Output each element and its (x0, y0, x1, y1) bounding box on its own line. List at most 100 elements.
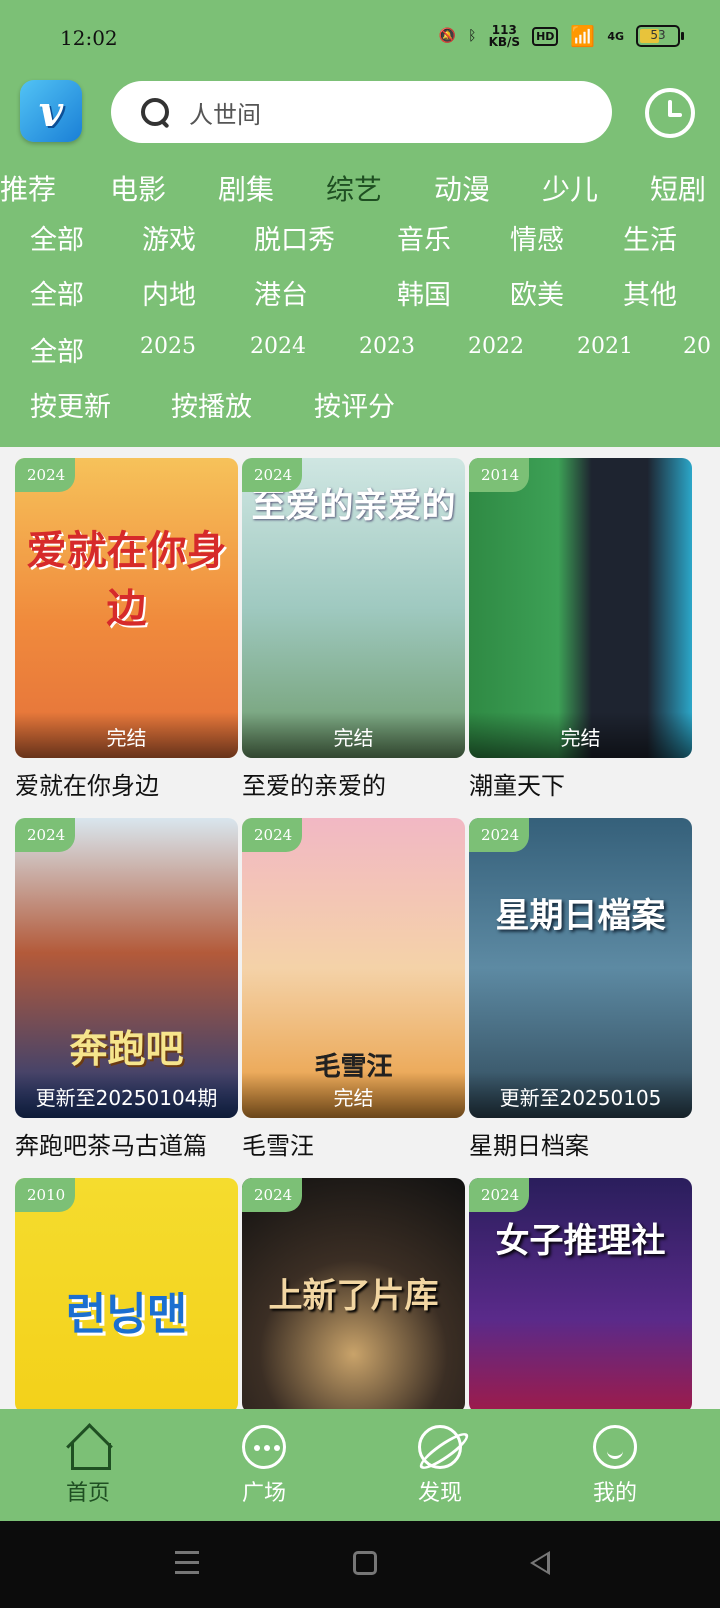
tab-category-3[interactable]: 综艺 (326, 168, 382, 208)
search-bar[interactable]: 人世间 (111, 81, 612, 143)
filter-genre-5[interactable]: 生活 (623, 218, 677, 257)
episode-status: 完结 (15, 712, 238, 758)
status-time: 12:02 (60, 26, 118, 50)
episode-status: 更新至20250105 (469, 1072, 692, 1118)
sort-option-0[interactable]: 按更新 (30, 385, 111, 424)
app-logo[interactable]: v (20, 80, 82, 142)
back-triangle-icon[interactable] (530, 1551, 550, 1575)
battery-icon: 53 (636, 25, 684, 47)
filter-region-4[interactable]: 欧美 (510, 273, 564, 312)
nav-item-2[interactable]: 发现 (390, 1425, 490, 1507)
net-speed-unit: KB/S (488, 35, 521, 49)
show-poster[interactable]: 女子推理社 2024 (469, 1178, 692, 1413)
show-poster[interactable]: 런닝맨 2010 (15, 1178, 238, 1413)
tab-category-5[interactable]: 少儿 (542, 168, 598, 208)
tab-category-6[interactable]: 短剧 (650, 168, 706, 208)
show-title[interactable]: 爱就在你身边 (15, 766, 238, 801)
search-input[interactable]: 人世间 (189, 95, 261, 130)
poster-art-title: 爱就在你身边 (26, 528, 227, 632)
history-clock-icon[interactable] (645, 88, 695, 138)
nav-label: 首页 (65, 1481, 110, 1506)
filter-region-5[interactable]: 其他 (623, 273, 677, 312)
recent-apps-icon[interactable] (175, 1551, 199, 1575)
show-card[interactable]: 爱就在你身边 2024 完结 爱就在你身边 (15, 458, 238, 801)
sort-option-2[interactable]: 按评分 (314, 385, 395, 424)
sort-option-1[interactable]: 按播放 (171, 385, 252, 424)
show-title[interactable]: 潮童天下 (469, 766, 692, 801)
tab-category-2[interactable]: 剧集 (218, 168, 274, 208)
episode-status: 更新至20250104期 (15, 1072, 238, 1118)
episode-status: 完结 (242, 712, 465, 758)
net-speed: 113 KB/S (489, 24, 520, 48)
show-title[interactable]: 至爱的亲爱的 (242, 766, 465, 801)
filter-year-0[interactable]: 全部 (30, 330, 84, 369)
filter-year-4[interactable]: 2022 (468, 334, 524, 359)
show-poster[interactable]: 毛雪汪 2024 完结 (242, 818, 465, 1118)
show-card[interactable]: 上新了片库 2024 (242, 1178, 465, 1413)
status-icons: 🔕 ᛒ 113 KB/S HD 📶 4G 53 (438, 24, 684, 48)
filter-genre-1[interactable]: 游戏 (142, 218, 196, 257)
nav-item-1[interactable]: 广场 (214, 1425, 314, 1507)
region-filter-row: 全部 内地 港台 韩国 欧美 其他 (0, 273, 720, 317)
logo-letter: v (38, 86, 64, 136)
year-badge: 2024 (15, 818, 76, 852)
poster-art-title: 런닝맨 (65, 1289, 188, 1340)
poster-art-title: 女子推理社 (495, 1221, 666, 1261)
filter-year-5[interactable]: 2021 (577, 334, 633, 359)
show-title[interactable]: 星期日档案 (469, 1126, 692, 1161)
show-title[interactable]: 奔跑吧茶马古道篇 (15, 1126, 238, 1161)
mute-icon: 🔕 (438, 28, 457, 44)
filter-year-2[interactable]: 2024 (250, 334, 306, 359)
system-nav-bar (0, 1521, 720, 1608)
filter-genre-0[interactable]: 全部 (30, 218, 84, 257)
nav-item-0[interactable]: 首页 (38, 1425, 138, 1507)
poster-art-title: 上新了片库 (268, 1276, 439, 1316)
filter-region-2[interactable]: 港台 (254, 273, 308, 312)
tab-category-4[interactable]: 动漫 (434, 168, 490, 208)
main-category-tabs: 推荐 电影 剧集 综艺 动漫 少儿 短剧 (0, 168, 720, 212)
show-poster[interactable]: 奔跑吧 2024 更新至20250104期 (15, 818, 238, 1118)
battery-percent: 53 (650, 28, 666, 42)
filter-region-3[interactable]: 韩国 (397, 273, 451, 312)
nav-label: 发现 (417, 1481, 462, 1506)
filter-year-3[interactable]: 2023 (359, 334, 415, 359)
filter-year-1[interactable]: 2025 (140, 334, 196, 359)
year-badge: 2024 (242, 458, 303, 492)
smile-icon (593, 1425, 637, 1469)
wifi-icon: 📶 (570, 24, 596, 48)
filter-genre-2[interactable]: 脱口秀 (254, 218, 335, 257)
status-bar: 12:02 🔕 ᛒ 113 KB/S HD 📶 4G 53 (0, 0, 720, 80)
filter-region-0[interactable]: 全部 (30, 273, 84, 312)
poster-art-title: 奔跑吧 (69, 1027, 184, 1071)
bluetooth-icon: ᛒ (468, 28, 477, 44)
tab-category-1[interactable]: 电影 (110, 168, 166, 208)
show-title[interactable]: 毛雪汪 (242, 1126, 465, 1161)
nav-label: 我的 (592, 1481, 637, 1506)
year-badge: 2024 (469, 818, 530, 852)
filter-genre-3[interactable]: 音乐 (397, 218, 451, 257)
show-poster[interactable]: 上新了片库 2024 (242, 1178, 465, 1413)
show-poster[interactable]: 爱就在你身边 2024 完结 (15, 458, 238, 758)
year-badge: 2024 (242, 1178, 303, 1212)
show-card[interactable]: 女子推理社 2024 (469, 1178, 692, 1413)
show-card[interactable]: 2014 完结潮童天下 (469, 458, 692, 801)
show-poster[interactable]: 至爱的亲爱的 2024 完结 (242, 458, 465, 758)
filter-region-1[interactable]: 内地 (142, 273, 196, 312)
year-badge: 2010 (15, 1178, 76, 1212)
episode-status: 完结 (242, 1072, 465, 1118)
show-poster[interactable]: 星期日檔案 2024 更新至20250105 (469, 818, 692, 1118)
filter-genre-4[interactable]: 情感 (510, 218, 564, 257)
nav-item-3[interactable]: 我的 (565, 1425, 665, 1507)
bottom-nav: 首页 广场 发现 我的 (0, 1409, 720, 1521)
show-card[interactable]: 런닝맨 2010 (15, 1178, 238, 1413)
show-card[interactable]: 至爱的亲爱的 2024 完结 至爱的亲爱的 (242, 458, 465, 801)
chat-icon (242, 1425, 286, 1469)
tab-category-0[interactable]: 推荐 (0, 168, 56, 208)
app-root: 12:02 🔕 ᛒ 113 KB/S HD 📶 4G 53 v 人世间 推荐 电影 剧… (0, 0, 720, 1608)
show-card[interactable]: 毛雪汪 2024 完结毛雪汪 (242, 818, 465, 1161)
show-card[interactable]: 奔跑吧 2024 更新至20250104期奔跑吧茶马古道篇 (15, 818, 238, 1161)
home-square-icon[interactable] (353, 1551, 377, 1575)
show-card[interactable]: 星期日檔案 2024 更新至20250105 星期日档案 (469, 818, 692, 1161)
show-poster[interactable]: 2014 完结 (469, 458, 692, 758)
filter-year-6[interactable]: 20 (683, 334, 711, 359)
